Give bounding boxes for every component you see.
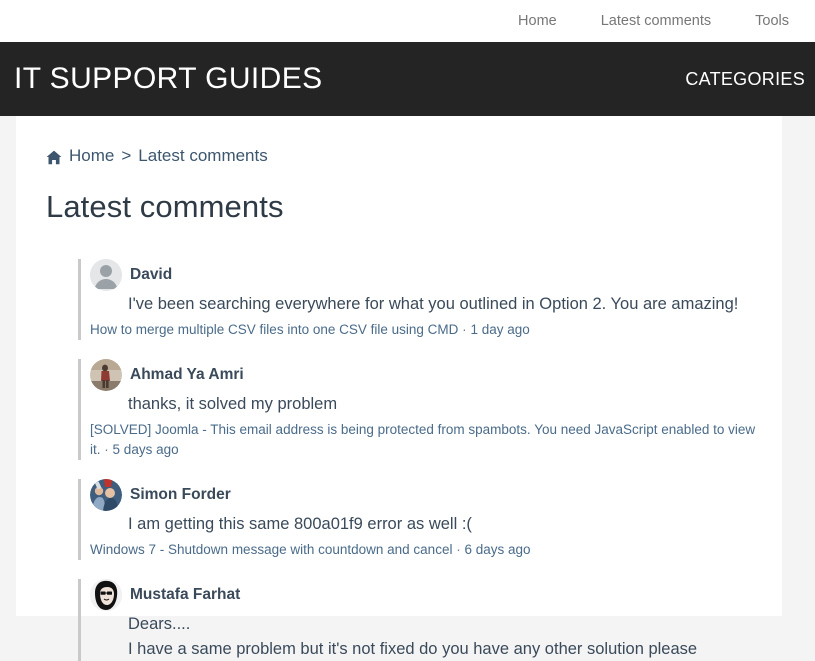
header-navigation: CATEGORIES xyxy=(681,69,809,90)
comment-author: Ahmad Ya Amri xyxy=(130,365,244,383)
comment-meta: How to merge multiple CSV files into one… xyxy=(90,320,758,340)
comment-body: thanks, it solved my problem xyxy=(128,394,338,413)
page-title: Latest comments xyxy=(46,189,284,224)
topnav-item-latest-comments[interactable]: Latest comments xyxy=(579,0,733,42)
breadcrumb-separator: > xyxy=(121,146,132,165)
comment-header: Ahmad Ya Amri xyxy=(90,358,758,391)
breadcrumb-current-page: Latest comments xyxy=(138,146,268,165)
avatar xyxy=(90,478,122,511)
comment-author: Simon Forder xyxy=(130,485,231,503)
topnav-item-tools[interactable]: Tools xyxy=(733,0,807,42)
top-navigation: Home Latest comments Tools xyxy=(496,0,807,42)
comment-timestamp: 6 days ago xyxy=(464,541,531,557)
header-nav-item-categories[interactable]: CATEGORIES xyxy=(681,69,809,90)
site-header: IT SUPPORT GUIDES CATEGORIES xyxy=(0,42,815,116)
comment-header: Simon Forder xyxy=(90,478,758,511)
comment-header: Mustafa Farhat xyxy=(90,578,758,611)
comment-meta-separator: · xyxy=(104,441,109,457)
breadcrumb-home-link[interactable]: Home xyxy=(69,146,114,166)
comment-body: I've been searching everywhere for what … xyxy=(128,295,739,313)
comment-post-link[interactable]: Windows 7 - Shutdown message with countd… xyxy=(90,542,452,557)
avatar xyxy=(90,578,122,611)
avatar xyxy=(90,358,122,391)
comment-item: Simon Forder I am getting this same 800a… xyxy=(78,478,758,560)
comment-author: David xyxy=(130,266,173,283)
comment-timestamp: 5 days ago xyxy=(112,441,179,457)
comment-body-continued: I have a same problem but it's not fixed… xyxy=(128,639,698,658)
avatar xyxy=(90,259,122,291)
comment-body: Dears.... xyxy=(128,614,191,633)
comment-body: I am getting this same 800a01f9 error as… xyxy=(128,514,472,533)
site-brand-title[interactable]: IT SUPPORT GUIDES xyxy=(14,62,323,96)
main-content: Home > Latest comments Latest comments D… xyxy=(16,116,782,661)
comment-post-link[interactable]: How to merge multiple CSV files into one… xyxy=(90,322,458,337)
home-icon xyxy=(46,150,62,165)
comment-list: David I've been searching everywhere for… xyxy=(46,259,758,661)
left-gutter xyxy=(0,116,16,616)
right-gutter xyxy=(782,116,815,616)
comment-author: Mustafa Farhat xyxy=(130,585,241,603)
comment-post-link[interactable]: [SOLVED] Joomla - This email address is … xyxy=(90,422,755,457)
comment-meta-separator: · xyxy=(456,541,461,557)
comment-item: Ahmad Ya Amri thanks, it solved my probl… xyxy=(78,358,758,460)
top-utility-bar: Home Latest comments Tools xyxy=(0,0,815,42)
comment-timestamp: 1 day ago xyxy=(470,322,530,338)
topnav-item-home[interactable]: Home xyxy=(496,0,579,42)
comment-item: David I've been searching everywhere for… xyxy=(78,259,758,340)
comment-meta: [SOLVED] Joomla - This email address is … xyxy=(90,420,758,459)
comment-header: David xyxy=(90,259,758,291)
comment-item: Mustafa Farhat Dears.... I have a same p… xyxy=(78,578,758,661)
comment-meta-separator: · xyxy=(462,322,467,338)
breadcrumb: Home > Latest comments xyxy=(46,116,758,166)
comment-meta: Windows 7 - Shutdown message with countd… xyxy=(90,540,758,560)
page-body: Home > Latest comments Latest comments D… xyxy=(0,116,815,661)
